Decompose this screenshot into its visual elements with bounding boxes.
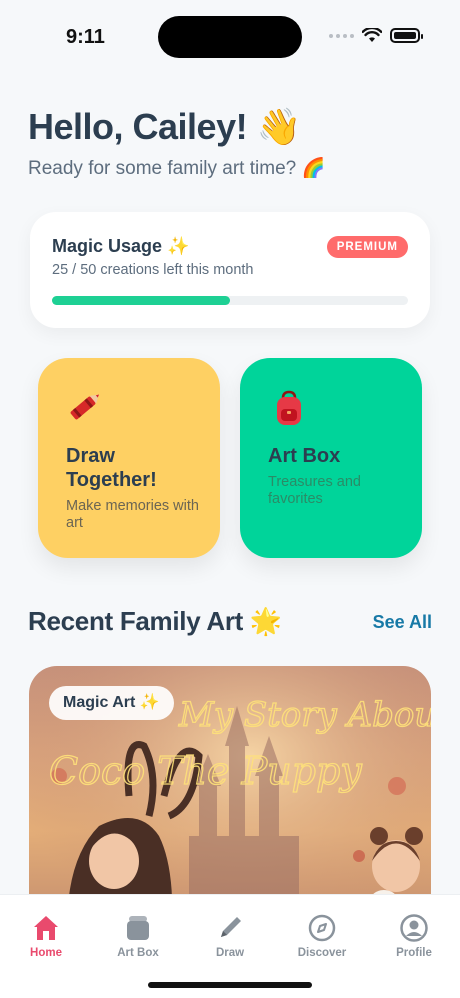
- usage-progress-bar: [52, 296, 408, 305]
- home-indicator: [148, 982, 312, 988]
- tab-home[interactable]: Home: [6, 913, 86, 959]
- crayon-icon: [70, 394, 100, 420]
- dynamic-island: [158, 16, 302, 58]
- see-all-link[interactable]: See All: [373, 612, 432, 633]
- art-box-description: Treasures and favorites: [268, 474, 361, 507]
- compass-icon: [308, 914, 336, 942]
- art-box-title: Art Box: [268, 445, 341, 467]
- status-time: 9:11: [66, 26, 105, 48]
- draw-together-card[interactable]: Draw Together! Make memories with art: [38, 358, 220, 558]
- tab-draw-label: Draw: [215, 947, 245, 959]
- art-caption-line2: Coco The Puppy: [49, 749, 362, 793]
- tab-art-box[interactable]: Art Box: [98, 913, 178, 959]
- art-caption-line1: My Story About: [178, 695, 431, 735]
- tab-discover[interactable]: Discover: [282, 913, 362, 959]
- greeting-subtitle: Ready for some family art time? 🌈: [28, 158, 326, 179]
- wifi-icon: [362, 28, 382, 42]
- premium-badge: PREMIUM: [326, 236, 408, 258]
- box-icon: [127, 916, 149, 940]
- greeting-title: Hello, Cailey! 👋: [28, 106, 301, 147]
- usage-remaining: 25 / 50 creations left this month: [52, 262, 254, 278]
- recent-family-art-heading: Recent Family Art 🌟: [28, 606, 282, 636]
- status-bar: 9:11: [0, 0, 460, 76]
- magic-usage-card: Magic Usage ✨ 25 / 50 creations left thi…: [30, 212, 430, 328]
- usage-progress-fill: [52, 296, 230, 305]
- status-icons: [329, 28, 423, 43]
- draw-together-title: Draw Together!: [66, 445, 157, 491]
- magic-art-badge: Magic Art ✨: [49, 686, 174, 720]
- tab-profile[interactable]: Profile: [374, 913, 454, 959]
- art-box-card[interactable]: Art Box Treasures and favorites: [240, 358, 422, 558]
- draw-together-description: Make memories with art: [66, 498, 199, 531]
- signal-icon: [329, 33, 354, 38]
- profile-icon: [400, 914, 428, 942]
- tab-discover-label: Discover: [297, 947, 347, 959]
- usage-title: Magic Usage ✨: [52, 236, 190, 256]
- tab-profile-label: Profile: [396, 947, 432, 959]
- pencil-icon: [221, 917, 241, 937]
- battery-icon: [390, 28, 423, 43]
- tab-home-label: Home: [30, 947, 62, 959]
- tab-draw[interactable]: Draw: [190, 913, 270, 959]
- home-icon: [34, 916, 58, 940]
- backpack-icon: [277, 390, 301, 425]
- tab-art-box-label: Art Box: [117, 947, 159, 959]
